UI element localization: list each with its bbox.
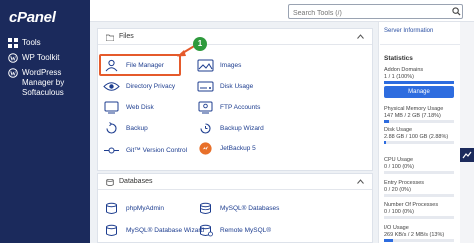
tool-git-version-control[interactable]: Git™ Version Control <box>103 144 187 157</box>
stat-progress-bar <box>384 194 454 197</box>
chevron-up-icon[interactable] <box>357 34 364 39</box>
database-icon <box>106 179 114 186</box>
tool-mysql-database-wizard[interactable]: MySQL® Database Wizard <box>103 224 204 237</box>
stats-toggle-button[interactable] <box>460 148 474 162</box>
mysql-wizard-icon <box>106 224 117 236</box>
cpanel-logo[interactable]: cPanel <box>9 9 56 26</box>
stat-progress-bar <box>384 81 454 84</box>
divider <box>380 44 460 45</box>
jetbackup-icon <box>199 142 212 155</box>
mysql-databases-icon <box>200 202 211 214</box>
tool-images[interactable]: Images <box>197 59 241 72</box>
tool-label: Backup <box>126 125 148 132</box>
sidebar-item-wordpress-manager[interactable]: W WordPress Manager by Softaculous <box>8 68 86 98</box>
sidebar-item-label: WP Toolkit <box>22 53 60 62</box>
section-title: Files <box>119 33 134 40</box>
eye-icon <box>103 82 120 91</box>
files-section-header[interactable]: Files <box>98 29 372 45</box>
stat-progress-bar <box>384 120 454 123</box>
svg-text:W: W <box>10 56 16 62</box>
stat-label: CPU Usage <box>384 157 414 163</box>
stat-value: 147 MB / 2 GB (7.18%) <box>384 113 441 119</box>
tool-label: MySQL® Database Wizard <box>126 227 205 234</box>
sidebar-item-tools[interactable]: Tools <box>8 38 86 48</box>
sidebar-item-label: WordPress Manager by Softaculous <box>22 68 65 97</box>
top-header <box>90 0 474 22</box>
backup-wizard-icon <box>200 123 211 134</box>
file-manager-highlight <box>99 54 181 76</box>
stat-progress-bar <box>384 141 454 144</box>
image-icon <box>197 59 214 72</box>
tool-label: phpMyAdmin <box>126 205 164 212</box>
stat-label: Entry Processes <box>384 180 425 186</box>
backup-icon <box>106 122 117 134</box>
tool-remote-mysql[interactable]: Remote MySQL® <box>197 224 271 237</box>
phpmyadmin-icon <box>106 202 117 214</box>
stat-value: 1 / 1 (100%) <box>384 74 414 80</box>
stat-label: Physical Memory Usage <box>384 106 444 112</box>
page-scrollbar[interactable] <box>460 22 474 243</box>
tool-disk-usage[interactable]: Disk Usage <box>197 80 253 93</box>
disk-icon <box>197 81 214 92</box>
stat-label: Number Of Processes <box>384 202 439 208</box>
grid-icon <box>8 38 18 48</box>
tool-label: Directory Privacy <box>126 83 176 90</box>
tool-backup[interactable]: Backup <box>103 122 148 135</box>
section-title: Databases <box>119 178 153 185</box>
tool-backup-wizard[interactable]: Backup Wizard <box>197 122 264 135</box>
stat-progress-bar <box>384 239 454 242</box>
remote-mysql-icon <box>200 224 213 237</box>
git-icon <box>104 147 119 154</box>
stat-label: Addon Domains <box>384 67 424 73</box>
step-badge: 1 <box>193 37 207 51</box>
chevron-up-icon[interactable] <box>357 179 364 184</box>
tool-jetbackup-5[interactable]: JetBackup 5 <box>197 142 256 155</box>
stat-progress-bar <box>384 216 454 219</box>
sidebar-item-label: Tools <box>22 38 41 47</box>
tool-label: Git™ Version Control <box>126 147 188 154</box>
tool-label: Remote MySQL® <box>220 227 272 234</box>
tool-label: Disk Usage <box>220 83 254 90</box>
tool-label: FTP Accounts <box>220 104 261 111</box>
server-information-link[interactable]: Server Information <box>384 28 433 34</box>
stat-label: Disk Usage <box>384 127 413 133</box>
tool-label: Web Disk <box>126 104 154 111</box>
web-disk-icon <box>104 101 119 114</box>
tool-label: MySQL® Databases <box>220 205 280 212</box>
tool-label: JetBackup 5 <box>220 145 256 152</box>
statistics-title: Statistics <box>384 55 413 62</box>
sidebar: cPanel Tools W WP Toolkit W WordPress Ma… <box>0 0 90 243</box>
folder-icon <box>106 34 114 41</box>
stat-value: 0 / 20 (0%) <box>384 187 411 193</box>
manage-button[interactable]: Manage <box>384 86 454 98</box>
tool-ftp-accounts[interactable]: FTP Accounts <box>197 101 260 114</box>
stat-value: 269 KB/s / 2 MB/s (13%) <box>384 232 445 238</box>
tool-phpmyadmin[interactable]: phpMyAdmin <box>103 202 164 215</box>
wordpress-icon: W <box>8 53 18 63</box>
tool-web-disk[interactable]: Web Disk <box>103 101 154 114</box>
wordpress-icon: W <box>8 68 18 78</box>
tool-directory-privacy[interactable]: Directory Privacy <box>103 80 175 93</box>
stat-value: 2.88 GB / 100 GB (2.88%) <box>384 134 449 140</box>
sidebar-item-wp-toolkit[interactable]: W WP Toolkit <box>8 53 86 63</box>
tool-label: Backup Wizard <box>220 125 264 132</box>
databases-section-header[interactable]: Databases <box>98 174 372 190</box>
stat-value: 0 / 100 (0%) <box>384 209 414 215</box>
tool-label: Images <box>220 62 242 69</box>
chart-icon <box>462 151 472 159</box>
svg-text:W: W <box>10 71 16 77</box>
stat-value: 0 / 100 (0%) <box>384 164 414 170</box>
ftp-accounts-icon <box>198 101 213 114</box>
tool-mysql-databases[interactable]: MySQL® Databases <box>197 202 279 215</box>
search-icon[interactable] <box>452 7 461 16</box>
stat-label: I/O Usage <box>384 225 409 231</box>
search-tools-input[interactable] <box>288 4 463 19</box>
stat-progress-bar <box>384 171 454 174</box>
